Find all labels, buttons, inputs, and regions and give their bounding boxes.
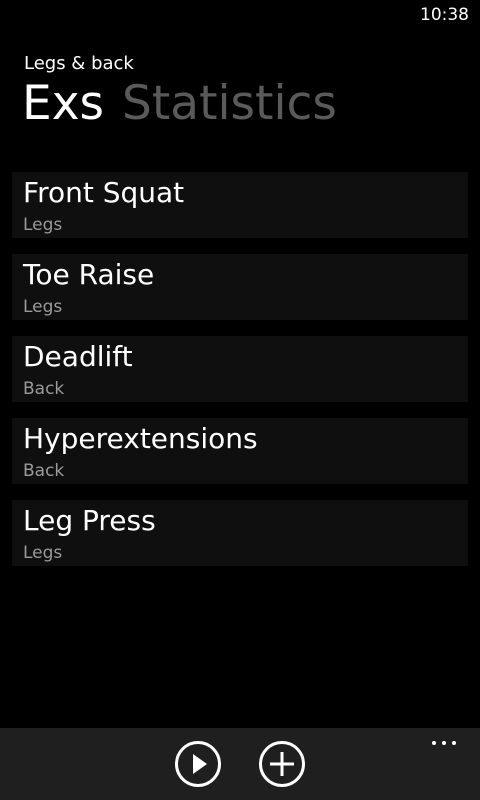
more-options-button[interactable] bbox=[430, 738, 458, 750]
app-bar bbox=[0, 728, 480, 800]
play-button[interactable] bbox=[174, 740, 222, 788]
list-item-hyperextensions[interactable]: Hyperextensions Back bbox=[12, 418, 468, 484]
list-item-deadlift[interactable]: Deadlift Back bbox=[12, 336, 468, 402]
list-item-leg-press[interactable]: Leg Press Legs bbox=[12, 500, 468, 566]
tab-exs[interactable]: Exs bbox=[22, 74, 104, 134]
exercise-name: Toe Raise bbox=[23, 258, 155, 291]
add-icon bbox=[258, 740, 306, 788]
exercise-name: Leg Press bbox=[23, 504, 156, 537]
exercise-category: Legs bbox=[23, 543, 63, 563]
exercise-category: Legs bbox=[23, 297, 63, 317]
tab-statistics[interactable]: Statistics bbox=[122, 74, 337, 134]
status-bar: 10:38 bbox=[0, 0, 480, 32]
clock: 10:38 bbox=[420, 5, 469, 25]
play-icon bbox=[174, 740, 222, 788]
exercise-category: Back bbox=[23, 379, 65, 399]
exercise-name: Deadlift bbox=[23, 340, 133, 373]
exercise-name: Front Squat bbox=[23, 176, 185, 209]
pivot-headers: Exs Statistics bbox=[22, 74, 355, 134]
exercise-category: Legs bbox=[23, 215, 63, 235]
list-item-toe-raise[interactable]: Toe Raise Legs bbox=[12, 254, 468, 320]
add-button[interactable] bbox=[258, 740, 306, 788]
exercise-name: Hyperextensions bbox=[23, 422, 258, 455]
list-item-front-squat[interactable]: Front Squat Legs bbox=[12, 172, 468, 238]
exercise-category: Back bbox=[23, 461, 65, 481]
exercise-list: Front Squat Legs Toe Raise Legs Deadlift… bbox=[12, 172, 468, 582]
app-title: Legs & back bbox=[24, 53, 134, 74]
